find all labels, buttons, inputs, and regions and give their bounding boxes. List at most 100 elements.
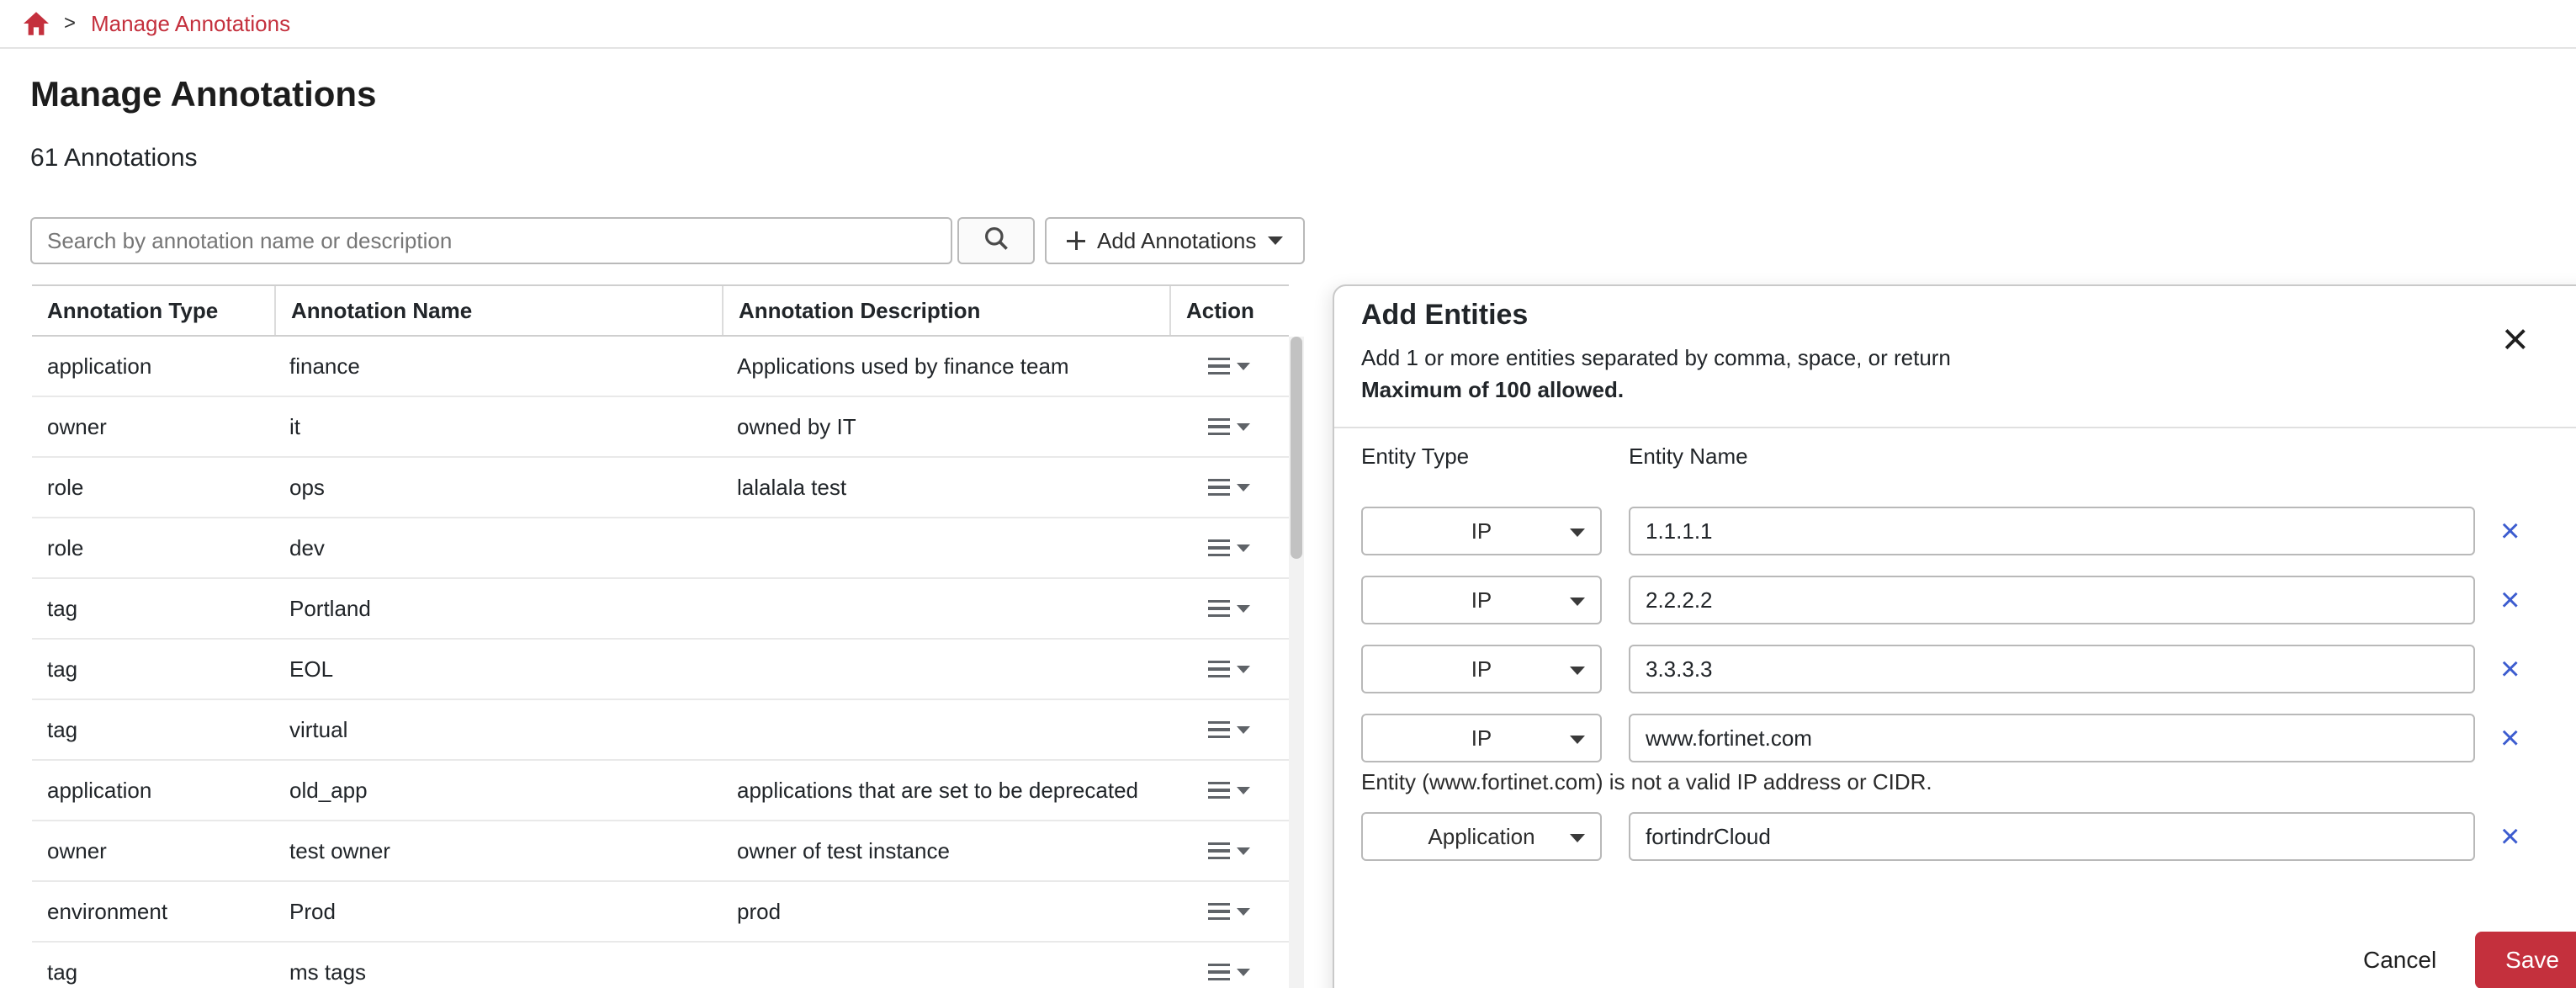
remove-x-icon: × <box>2500 651 2520 688</box>
row-action-menu-button[interactable] <box>1203 533 1255 564</box>
scrollbar-thumb[interactable] <box>1291 337 1302 559</box>
cell-annotation-name: virtual <box>274 717 722 743</box>
cell-annotation-description: Applications used by finance team <box>722 353 1169 380</box>
panel-title: Add Entities <box>1361 296 2576 333</box>
cell-annotation-type: application <box>32 353 274 380</box>
entity-type-select[interactable]: Application <box>1361 812 1602 861</box>
cell-annotation-description: owner of test instance <box>722 838 1169 864</box>
row-action-menu-button[interactable] <box>1203 896 1255 927</box>
remove-entity-button[interactable]: × <box>2500 820 2520 853</box>
plus-icon <box>1067 231 1085 250</box>
search-button[interactable] <box>957 217 1035 264</box>
add-annotations-label: Add Annotations <box>1097 228 1256 254</box>
entity-type-select[interactable]: IP <box>1361 507 1602 555</box>
table-row: application old_app applications that ar… <box>32 761 1289 821</box>
entity-name-header: Entity Name <box>1629 444 2576 470</box>
row-action-menu-button[interactable] <box>1203 957 1255 988</box>
cell-annotation-name: old_app <box>274 778 722 804</box>
cell-annotation-name: EOL <box>274 656 722 683</box>
controls-row: Add Annotations <box>30 217 2576 264</box>
row-action-menu-button[interactable] <box>1203 412 1255 443</box>
breadcrumb-separator: > <box>64 12 76 35</box>
cancel-button[interactable]: Cancel <box>2363 947 2436 974</box>
breadcrumb-current-link[interactable]: Manage Annotations <box>91 11 290 37</box>
entity-name-input[interactable] <box>1629 507 2475 555</box>
row-action-menu-button[interactable] <box>1203 351 1255 382</box>
entity-type-select[interactable]: IP <box>1361 576 1602 624</box>
menu-icon <box>1208 600 1230 618</box>
cell-annotation-name: Portland <box>274 596 722 622</box>
table-header-row: Annotation Type Annotation Name Annotati… <box>32 284 1289 337</box>
menu-icon <box>1208 903 1230 921</box>
caret-down-icon <box>1237 666 1250 673</box>
row-action-menu-button[interactable] <box>1203 836 1255 867</box>
add-annotations-button[interactable]: Add Annotations <box>1045 217 1305 264</box>
remove-entity-button[interactable]: × <box>2500 583 2520 617</box>
cell-annotation-name: ops <box>274 475 722 501</box>
table-row: owner test owner owner of test instance <box>32 821 1289 882</box>
entity-type-value: Application <box>1428 824 1534 850</box>
menu-icon <box>1208 479 1230 497</box>
remove-x-icon: × <box>2500 818 2520 855</box>
search-input[interactable] <box>30 217 952 264</box>
entity-row: IP × <box>1361 576 2576 624</box>
cell-annotation-type: owner <box>32 414 274 440</box>
entity-name-input[interactable] <box>1629 714 2475 762</box>
cell-annotation-description: owned by IT <box>722 414 1169 440</box>
home-icon[interactable] <box>24 12 49 35</box>
menu-icon <box>1208 418 1230 436</box>
row-action-menu-button[interactable] <box>1203 775 1255 806</box>
entity-type-value: IP <box>1471 656 1492 683</box>
caret-down-icon <box>1237 726 1250 734</box>
entity-name-input[interactable] <box>1629 812 2475 861</box>
menu-icon <box>1208 964 1230 981</box>
manage-annotations-page: > Manage Annotations Manage Annotations … <box>0 0 2576 988</box>
column-header-annotation-name: Annotation Name <box>274 286 722 335</box>
cell-annotation-name: dev <box>274 535 722 561</box>
row-action-menu-button[interactable] <box>1203 593 1255 624</box>
cell-annotation-type: role <box>32 535 274 561</box>
table-row: owner it owned by IT <box>32 397 1289 458</box>
panel-max-note: Maximum of 100 allowed. <box>1361 377 2576 403</box>
entity-type-value: IP <box>1471 518 1492 544</box>
entity-column-headers: Entity Type Entity Name <box>1361 444 2576 470</box>
entity-type-value: IP <box>1471 725 1492 752</box>
search-icon <box>983 226 1009 257</box>
cell-annotation-name: ms tags <box>274 959 722 985</box>
caret-down-icon <box>1237 423 1250 431</box>
cell-annotation-description: lalalala test <box>722 475 1169 501</box>
remove-entity-button[interactable]: × <box>2500 721 2520 755</box>
entity-name-input[interactable] <box>1629 576 2475 624</box>
cell-annotation-type: tag <box>32 656 274 683</box>
cell-annotation-type: tag <box>32 959 274 985</box>
chevron-down-icon <box>1570 667 1585 675</box>
row-action-menu-button[interactable] <box>1203 714 1255 746</box>
entity-name-input[interactable] <box>1629 645 2475 693</box>
cell-annotation-type: owner <box>32 838 274 864</box>
page-title: Manage Annotations <box>30 72 2576 116</box>
caret-down-icon <box>1237 484 1250 491</box>
caret-down-icon <box>1237 363 1250 370</box>
row-action-menu-button[interactable] <box>1203 654 1255 685</box>
panel-close-button[interactable]: × <box>2502 316 2529 362</box>
table-row: role ops lalalala test <box>32 458 1289 518</box>
remove-entity-button[interactable]: × <box>2500 652 2520 686</box>
cell-annotation-description: applications that are set to be deprecat… <box>722 778 1169 804</box>
entity-row: IP × <box>1361 507 2576 555</box>
breadcrumb: > Manage Annotations <box>0 0 2576 49</box>
entity-type-header: Entity Type <box>1361 444 1629 470</box>
cell-annotation-type: role <box>32 475 274 501</box>
entity-row: IP × <box>1361 714 2576 762</box>
annotations-count: 61 Annotations <box>30 143 2576 173</box>
menu-icon <box>1208 358 1230 375</box>
remove-entity-button[interactable]: × <box>2500 514 2520 548</box>
cell-annotation-name: it <box>274 414 722 440</box>
table-row: tag virtual <box>32 700 1289 761</box>
save-button[interactable]: Save <box>2475 932 2576 988</box>
entity-type-select[interactable]: IP <box>1361 714 1602 762</box>
column-header-action: Action <box>1169 286 1289 335</box>
row-action-menu-button[interactable] <box>1203 472 1255 503</box>
menu-icon <box>1208 721 1230 739</box>
entity-type-select[interactable]: IP <box>1361 645 1602 693</box>
chevron-down-icon <box>1570 529 1585 537</box>
